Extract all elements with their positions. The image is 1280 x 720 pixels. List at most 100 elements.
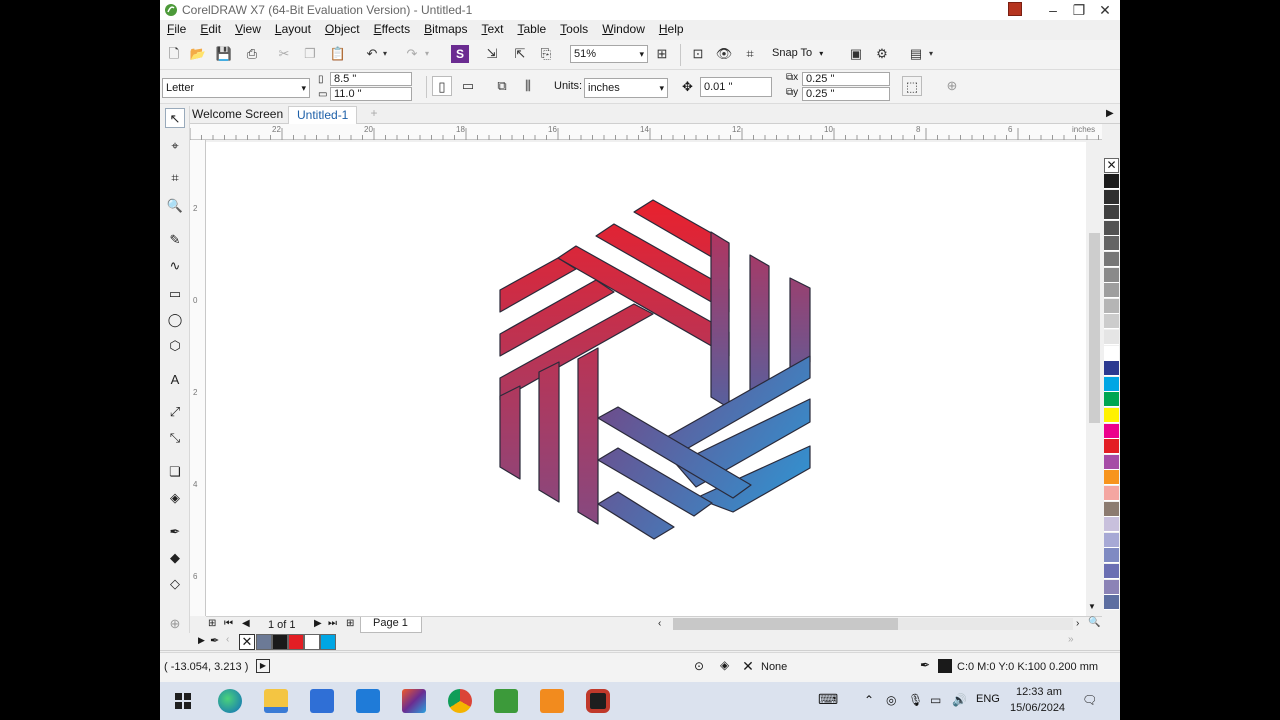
volume-icon[interactable]: 🔊 <box>952 693 967 707</box>
drop-shadow-tool-icon[interactable]: ❏ <box>165 462 185 482</box>
palette-scroll-right-icon[interactable]: » <box>1068 634 1074 645</box>
color-swatch[interactable] <box>1104 283 1119 299</box>
document-color-swatch[interactable] <box>256 634 272 650</box>
palette-arrow-icon[interactable]: ▶ <box>198 635 205 646</box>
document-color-swatch[interactable] <box>320 634 336 650</box>
print-icon[interactable]: ⎙ <box>242 44 262 64</box>
next-page-icon[interactable]: ▶ <box>314 618 322 629</box>
meet-now-icon[interactable]: ◎ <box>886 693 896 707</box>
pick-tool-icon[interactable]: ↖ <box>165 108 185 128</box>
color-swatch[interactable] <box>1104 454 1119 470</box>
color-swatch[interactable] <box>1104 564 1119 579</box>
copy-icon[interactable]: ❐ <box>300 44 320 64</box>
color-swatch[interactable] <box>1104 314 1119 330</box>
interactive-fill-icon[interactable]: ◆ <box>165 548 185 568</box>
ellipse-tool-icon[interactable]: ◯ <box>165 310 185 330</box>
coreldraw-app-icon[interactable] <box>402 689 426 713</box>
color-swatch[interactable] <box>1104 298 1119 314</box>
color-swatch[interactable] <box>1104 361 1119 377</box>
menu-layout[interactable]: Layout <box>268 20 318 36</box>
shape-tool-icon[interactable]: ⌖ <box>165 136 185 156</box>
mail-icon[interactable] <box>356 689 380 713</box>
hexagon-logo[interactable] <box>206 142 1086 616</box>
color-swatch[interactable] <box>1104 205 1119 221</box>
color-swatch[interactable] <box>1104 408 1119 423</box>
show-hidden-icons-icon[interactable]: ⌃ <box>864 693 874 707</box>
show-rulers-icon[interactable]: 👁 <box>714 44 734 64</box>
outline-pen-icon[interactable]: ✒ <box>920 658 930 672</box>
zoom-level-select[interactable]: 51% ▾ <box>570 45 648 63</box>
color-swatch[interactable] <box>1104 579 1119 595</box>
color-swatch[interactable] <box>1104 517 1119 533</box>
menu-help[interactable]: Help <box>652 20 691 36</box>
document-color-swatch[interactable] <box>272 634 288 650</box>
smart-fill-icon[interactable]: ◇ <box>165 574 185 594</box>
color-swatch[interactable] <box>1104 470 1119 486</box>
clock-date[interactable]: 15/06/2024 <box>1010 702 1065 714</box>
transparency-tool-icon[interactable]: ◈ <box>165 488 185 508</box>
vertical-scroll-thumb[interactable] <box>1089 233 1100 423</box>
full-screen-preview-icon[interactable]: ⊡ <box>688 44 708 64</box>
color-swatch[interactable] <box>1104 267 1119 283</box>
connector-tool-icon[interactable]: ⤡ <box>165 428 185 448</box>
last-page-icon[interactable]: ⏭ <box>328 618 337 629</box>
previous-page-icon[interactable]: ◀ <box>242 618 250 629</box>
network-icon[interactable]: ▭ <box>930 693 941 707</box>
page-width-input[interactable]: 8.5 " <box>330 72 412 86</box>
application-launcher-icon[interactable]: ▤ <box>906 44 926 64</box>
color-swatch[interactable] <box>1104 532 1119 548</box>
video-editor-icon[interactable] <box>540 689 564 713</box>
menu-edit[interactable]: Edit <box>193 20 228 36</box>
document-color-swatch[interactable] <box>304 634 320 650</box>
zoom-fit-icon[interactable]: ⊞ <box>652 44 672 64</box>
corel-app-icon[interactable] <box>494 689 518 713</box>
fill-bucket-icon[interactable]: ◈ <box>720 658 729 672</box>
new-tab-icon[interactable]: + <box>366 106 382 122</box>
file-explorer-icon[interactable] <box>264 689 288 713</box>
page-size-select[interactable]: Letter ▾ <box>162 78 310 98</box>
new-document-icon[interactable]: 🗋 <box>164 44 184 64</box>
edge-browser-icon[interactable] <box>218 689 242 713</box>
landscape-icon[interactable]: ▭ <box>458 76 478 96</box>
cut-icon[interactable]: ✂ <box>274 44 294 64</box>
page-tab[interactable]: Page 1 <box>360 617 422 633</box>
add-page-after-icon[interactable]: ⊞ <box>346 618 354 629</box>
document-color-swatch[interactable] <box>288 634 304 650</box>
color-swatch[interactable] <box>1104 376 1119 392</box>
color-swatch[interactable] <box>1104 486 1119 501</box>
open-icon[interactable]: 📂 <box>188 44 208 64</box>
color-swatch[interactable] <box>1104 189 1119 205</box>
rectangle-tool-icon[interactable]: ▭ <box>165 284 185 304</box>
menu-object[interactable]: Object <box>318 20 367 36</box>
eyedropper-tool-icon[interactable]: ✒ <box>165 522 185 542</box>
menu-table[interactable]: Table <box>510 20 553 36</box>
palette-scroll-left-icon[interactable]: ‹ <box>226 634 229 645</box>
menu-bitmaps[interactable]: Bitmaps <box>417 20 474 36</box>
color-swatch[interactable] <box>1104 423 1119 439</box>
nudge-distance-input[interactable]: 0.01 " <box>700 77 772 97</box>
menu-file[interactable]: File <box>160 20 193 36</box>
portrait-icon[interactable]: ▯ <box>432 76 452 96</box>
keyboard-icon[interactable]: ⌨ <box>818 691 838 708</box>
undo-icon[interactable]: ↶ <box>362 44 382 64</box>
clock-time[interactable]: 12:33 am <box>1016 686 1062 698</box>
duplicate-x-input[interactable]: 0.25 " <box>802 72 890 86</box>
zoom-tool-icon[interactable]: 🔍 <box>165 196 185 216</box>
artistic-media-icon[interactable]: ∿ <box>165 256 185 276</box>
color-swatch[interactable] <box>1104 345 1119 361</box>
fill-color-icon[interactable]: ⊙ <box>694 659 704 673</box>
drawing-canvas[interactable] <box>206 142 1086 616</box>
recorder-icon[interactable] <box>586 689 610 713</box>
menu-text[interactable]: Text <box>474 20 510 36</box>
menu-window[interactable]: Window <box>595 20 652 36</box>
language-indicator[interactable]: ENG <box>976 693 1000 705</box>
chrome-icon[interactable] <box>448 689 472 713</box>
color-swatch[interactable] <box>1104 595 1119 611</box>
page-height-input[interactable]: 11.0 " <box>330 87 412 101</box>
add-page-icon[interactable]: ⊞ <box>208 618 216 629</box>
color-swatch[interactable] <box>1104 236 1119 252</box>
add-icon[interactable]: ⊕ <box>942 76 962 96</box>
color-swatch[interactable] <box>1104 501 1119 517</box>
treat-as-filled-icon[interactable]: ⬚ <box>902 76 922 96</box>
color-swatch[interactable] <box>1104 220 1119 236</box>
